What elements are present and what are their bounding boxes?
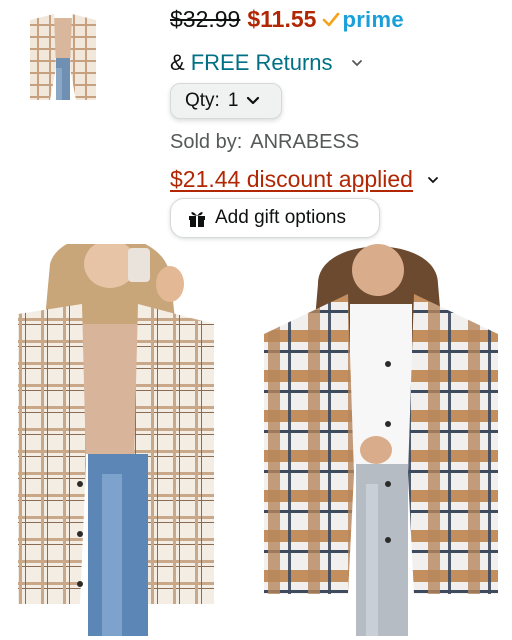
model-photo-right: [258, 244, 504, 636]
discount-row: $21.44 discount applied: [170, 166, 439, 193]
list-price: $32.99: [170, 6, 241, 32]
free-returns-row: & FREE Returns: [170, 50, 363, 76]
quantity-label: Qty:: [185, 90, 220, 111]
add-gift-options-button[interactable]: Add gift options: [170, 198, 380, 238]
gift-icon: [189, 212, 205, 227]
discount-link[interactable]: $21.44 discount applied: [170, 166, 413, 193]
free-returns-link[interactable]: FREE Returns: [191, 50, 333, 76]
sold-by-label: Sold by:: [170, 131, 243, 153]
product-photo-right[interactable]: [258, 244, 504, 636]
product-photo-left[interactable]: [10, 244, 222, 636]
quantity-dropdown[interactable]: Qty: 1: [170, 83, 282, 119]
model-photo-left: [10, 244, 222, 636]
chevron-down-icon[interactable]: [351, 57, 363, 69]
sale-price: $11.55: [247, 6, 317, 32]
gift-button-label: Add gift options: [215, 207, 346, 228]
free-returns-prefix: &: [170, 50, 185, 75]
chevron-down-icon: [247, 96, 260, 105]
prime-check-icon: [323, 12, 340, 27]
chevron-down-icon[interactable]: [427, 174, 439, 186]
prime-badge: prime: [322, 7, 404, 33]
sold-by-row: Sold by: ANRABESS: [170, 131, 359, 154]
quantity-value: 1: [227, 90, 239, 111]
price-row: $32.99 $11.55 prime: [170, 6, 404, 33]
seller-name[interactable]: ANRABESS: [250, 131, 359, 153]
product-thumbnail[interactable]: [20, 8, 106, 102]
prime-label: prime: [342, 7, 404, 32]
plaid-shirt-thumbnail-icon: [20, 8, 106, 102]
